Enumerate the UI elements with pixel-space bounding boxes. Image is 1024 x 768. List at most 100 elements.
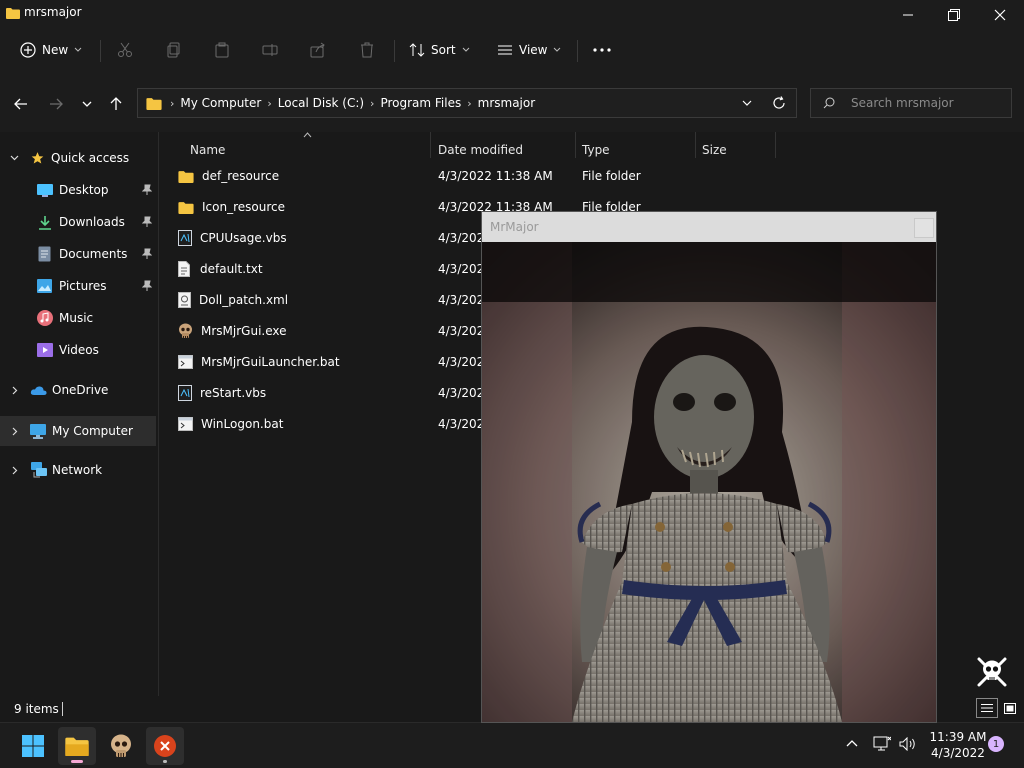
active-indicator (71, 760, 83, 763)
chevron-right-icon[interactable] (12, 427, 18, 436)
address-bar[interactable]: › My Computer › Local Disk (C:) › Progra… (137, 88, 797, 118)
search-box[interactable] (810, 88, 1012, 118)
error-icon (153, 734, 177, 758)
paste-button[interactable] (214, 36, 230, 64)
toolbar-divider (577, 40, 578, 62)
nav-quick-access[interactable]: Quick access (0, 144, 156, 172)
pin-icon[interactable] (142, 184, 152, 195)
recent-locations-button[interactable] (75, 92, 99, 116)
share-button[interactable] (310, 36, 326, 64)
popup-title-bar[interactable]: MrMajor (482, 212, 936, 242)
taskbar: 11:39 AM 4/3/2022 1 (0, 722, 1024, 768)
nav-item-music[interactable]: Music (0, 304, 156, 332)
delete-button[interactable] (359, 36, 375, 64)
network-status-icon[interactable] (873, 736, 891, 752)
nav-my-computer-label: My Computer (52, 424, 133, 438)
popup-title: MrMajor (490, 220, 539, 234)
forward-button[interactable] (44, 92, 68, 116)
mrmajor-window[interactable]: MrMajor (482, 212, 936, 722)
close-button[interactable] (977, 0, 1023, 30)
notification-badge[interactable]: 1 (988, 736, 1004, 752)
file-row-launcher-bat[interactable]: MrsMjrGuiLauncher.bat (178, 348, 478, 376)
pin-icon[interactable] (142, 280, 152, 291)
address-history-button[interactable] (742, 100, 752, 106)
window-title: mrsmajor (24, 5, 82, 19)
volume-icon[interactable] (899, 737, 917, 751)
chevron-down-icon[interactable] (10, 155, 19, 161)
rename-button[interactable] (262, 36, 278, 64)
nav-item-my-computer[interactable]: My Computer (0, 416, 156, 446)
download-icon (38, 215, 52, 230)
file-row-def-resource[interactable]: def_resource (178, 162, 478, 190)
taskbar-error-app[interactable] (146, 727, 184, 765)
breadcrumb-mrsmajor[interactable]: mrsmajor (478, 96, 536, 110)
chevron-right-icon[interactable] (12, 466, 18, 475)
column-header-size[interactable]: Size (702, 138, 727, 162)
sort-button[interactable]: Sort (409, 36, 470, 64)
file-row-doll-patch[interactable]: Doll_patch.xml (178, 286, 478, 314)
sort-ascending-icon (303, 132, 312, 138)
new-button[interactable]: New (20, 36, 82, 64)
taskbar-mrsmajor-gui[interactable] (102, 727, 140, 765)
toolbar-divider (394, 40, 395, 62)
up-button[interactable] (104, 92, 128, 116)
chevron-down-icon (74, 47, 82, 53)
file-row-default-txt[interactable]: default.txt (178, 255, 478, 283)
nav-item-desktop[interactable]: Desktop (0, 176, 156, 204)
column-header-type[interactable]: Type (582, 138, 610, 162)
video-icon (37, 343, 53, 357)
chevron-right-icon[interactable] (12, 386, 18, 395)
file-name: CPUUsage.vbs (200, 231, 287, 245)
back-button[interactable] (9, 92, 33, 116)
file-row-icon-resource[interactable]: Icon_resource (178, 193, 478, 221)
file-row-cpuusage[interactable]: CPUUsage.vbs (178, 224, 478, 252)
column-header-date[interactable]: Date modified (438, 138, 523, 162)
folder-icon (6, 7, 20, 19)
more-options-button[interactable] (593, 36, 611, 64)
file-row-winlogon-bat[interactable]: WinLogon.bat (178, 410, 478, 438)
nav-item-documents[interactable]: Documents (0, 240, 156, 268)
show-hidden-icons-button[interactable] (846, 739, 858, 747)
network-icon (30, 462, 47, 478)
nav-item-videos[interactable]: Videos (0, 336, 156, 364)
start-button[interactable] (14, 727, 52, 765)
pin-icon[interactable] (142, 216, 152, 227)
file-name: def_resource (202, 169, 280, 183)
nav-item-onedrive[interactable]: OneDrive (0, 376, 156, 404)
star-icon (30, 151, 45, 165)
refresh-icon[interactable] (772, 96, 786, 110)
details-view-button[interactable] (976, 698, 998, 718)
view-button[interactable]: View (497, 36, 561, 64)
clipboard-icon (214, 42, 230, 58)
tiles-view-button[interactable] (1000, 698, 1020, 718)
tiles-view-icon (1004, 702, 1016, 714)
folder-icon (178, 201, 194, 214)
cut-button[interactable] (117, 36, 133, 64)
column-divider[interactable] (575, 132, 576, 158)
breadcrumb-local-disk[interactable]: Local Disk (C:) (278, 96, 364, 110)
column-header-name[interactable]: Name (190, 138, 225, 162)
breadcrumb-my-computer[interactable]: My Computer (180, 96, 261, 110)
pin-icon[interactable] (142, 248, 152, 259)
file-row-restart-vbs[interactable]: reStart.vbs (178, 379, 478, 407)
breadcrumb-program-files[interactable]: Program Files (380, 96, 461, 110)
script-icon (178, 385, 192, 401)
column-divider[interactable] (695, 132, 696, 158)
taskbar-file-explorer[interactable] (58, 727, 96, 765)
column-divider[interactable] (430, 132, 431, 158)
desktop-icon (37, 183, 53, 197)
column-divider[interactable] (775, 132, 776, 158)
copy-button[interactable] (166, 36, 182, 64)
details-view-icon (981, 703, 993, 713)
copy-icon (166, 42, 182, 58)
chevron-up-icon (846, 739, 858, 747)
maximize-button[interactable] (931, 0, 977, 30)
minimize-button[interactable] (885, 0, 931, 30)
clock[interactable]: 11:39 AM 4/3/2022 (928, 729, 988, 761)
nav-item-network[interactable]: Network (0, 456, 156, 484)
nav-item-downloads[interactable]: Downloads (0, 208, 156, 236)
nav-item-pictures[interactable]: Pictures (0, 272, 156, 300)
search-input[interactable] (849, 95, 1011, 111)
file-row-mrsmjrgui-exe[interactable]: MrsMjrGui.exe (178, 317, 478, 345)
popup-close-button[interactable] (914, 218, 934, 238)
